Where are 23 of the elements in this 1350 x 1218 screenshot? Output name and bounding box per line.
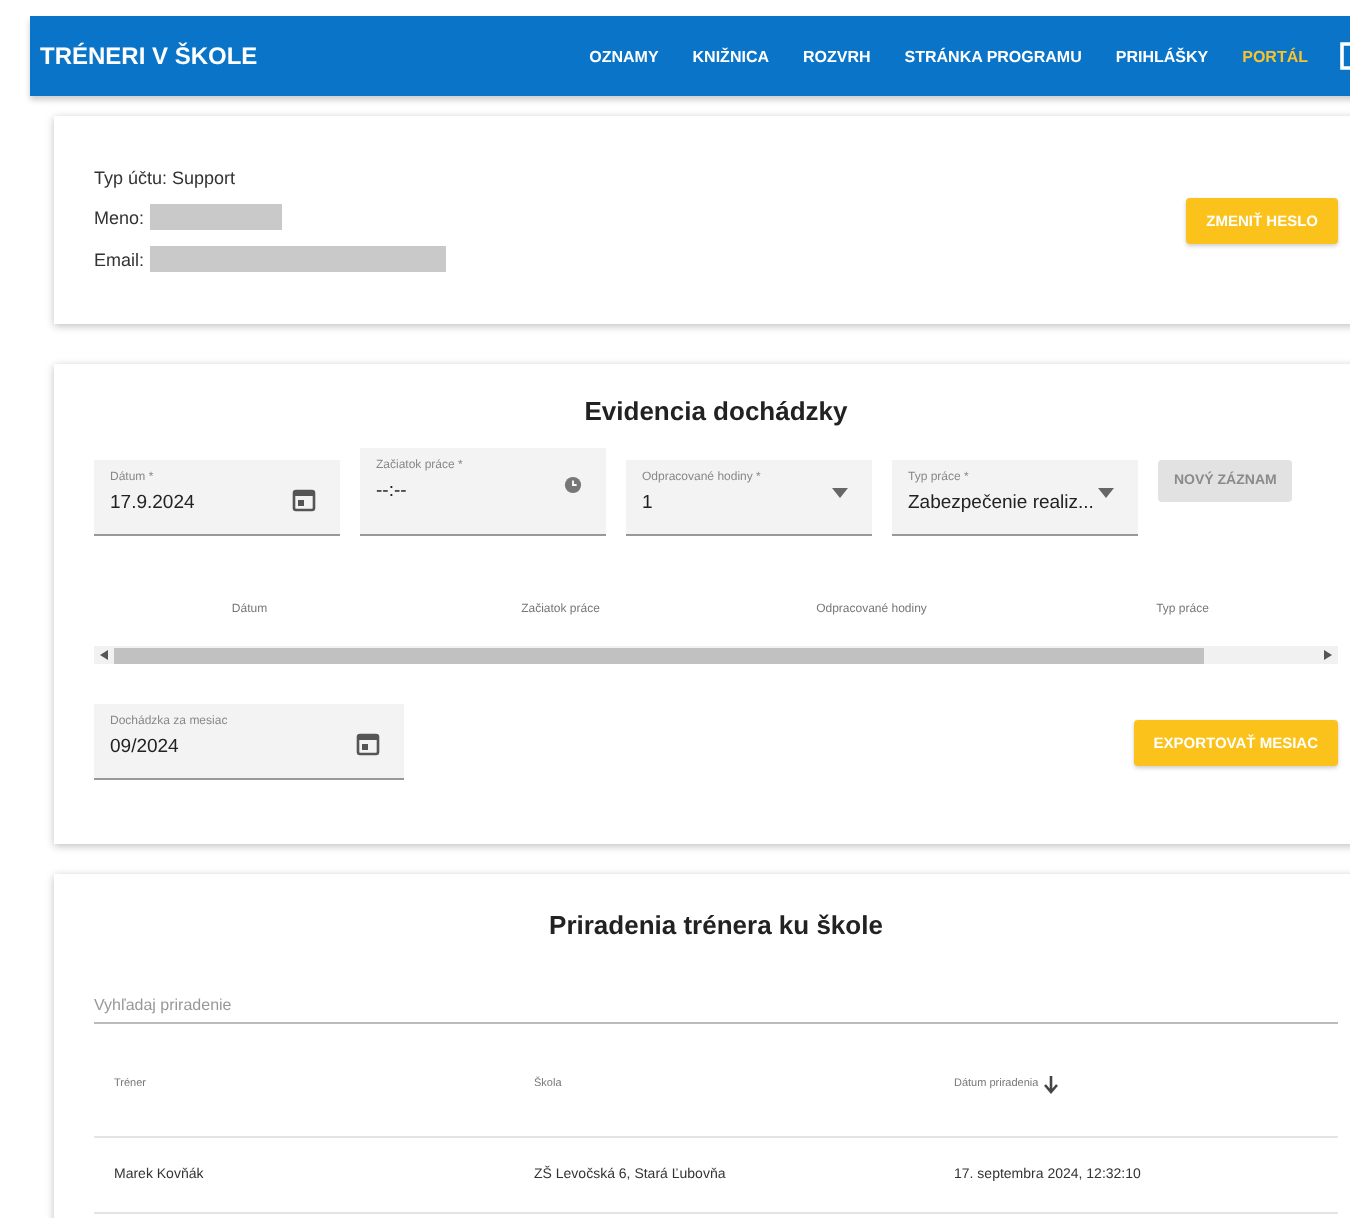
- nav-link[interactable]: PORTÁL: [1242, 47, 1308, 65]
- scroll-right-icon[interactable]: [1324, 650, 1332, 660]
- calendar-icon[interactable]: [292, 488, 316, 512]
- section-title: Evidencia dochádzky: [582, 396, 850, 426]
- nav-link[interactable]: OZNAMY: [589, 47, 659, 65]
- email-label: Email:: [94, 249, 145, 269]
- name-label: Meno:: [94, 207, 145, 227]
- sort-arrow-icon[interactable]: [1044, 1075, 1059, 1093]
- redaction-bar: [150, 204, 283, 230]
- nav-link[interactable]: PRIHLÁŠKY: [1115, 47, 1209, 65]
- nav-link[interactable]: KNIŽNICA: [692, 47, 769, 65]
- horizontal-scrollbar[interactable]: [94, 646, 1338, 664]
- app-title: TRÉNERI V ŠKOLE: [38, 42, 258, 70]
- dropdown-caret-icon[interactable]: [832, 488, 848, 498]
- nav-link[interactable]: ROZVRH: [803, 47, 871, 65]
- dropdown-caret-icon[interactable]: [1098, 488, 1114, 498]
- calendar-icon[interactable]: [356, 732, 380, 756]
- account-type: Typ účtu: Support: [94, 168, 238, 188]
- scroll-left-icon[interactable]: [100, 650, 108, 660]
- section-title: Priradenia trénera ku škole: [547, 910, 885, 940]
- nav-link[interactable]: STRÁNKA PROGRAMU: [904, 47, 1082, 65]
- clock-icon[interactable]: [564, 476, 582, 494]
- search-field[interactable]: Vyhľadaj priradenie: [94, 988, 1338, 1024]
